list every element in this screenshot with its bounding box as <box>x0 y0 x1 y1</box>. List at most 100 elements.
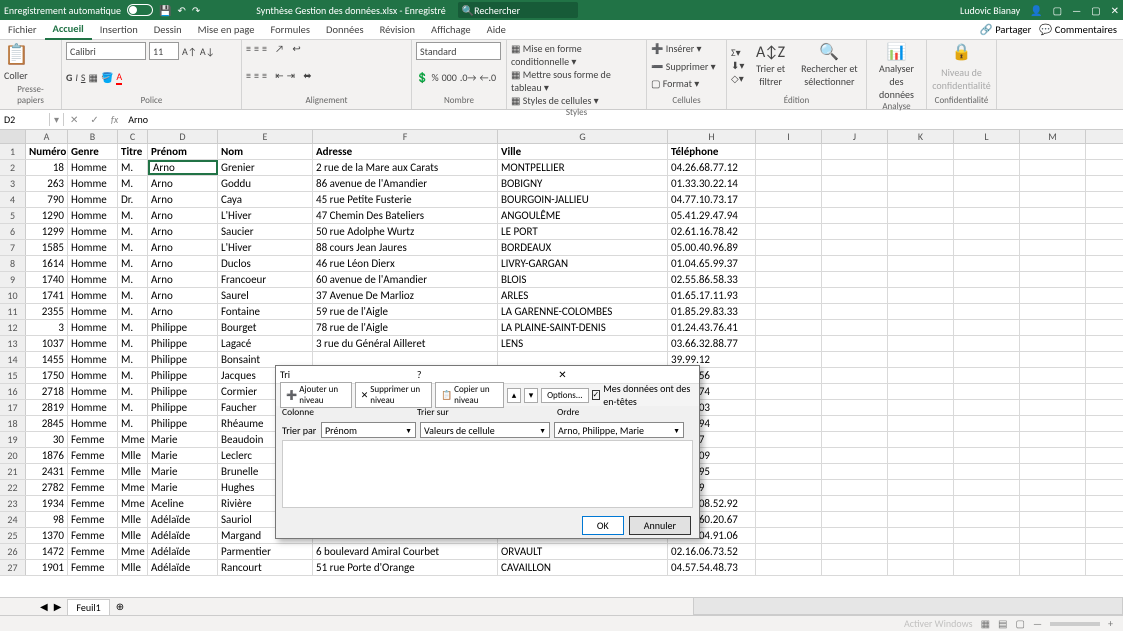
cell[interactable] <box>888 224 954 239</box>
cell[interactable]: M. <box>118 272 148 287</box>
cell[interactable]: 46 rue Léon Dierx <box>313 256 498 271</box>
cell[interactable]: Femme <box>68 480 118 495</box>
cell[interactable] <box>954 512 1020 527</box>
cell[interactable] <box>822 496 888 511</box>
cell[interactable]: 1290 <box>26 208 68 223</box>
cell[interactable]: M. <box>118 160 148 175</box>
size-selector[interactable]: 11 <box>149 42 179 60</box>
row-header[interactable]: 1 <box>0 144 26 159</box>
number-format-selector[interactable]: Standard <box>416 42 501 60</box>
cell[interactable]: Goddu <box>218 176 313 191</box>
cell[interactable]: Adélaïde <box>148 544 218 559</box>
view-break-icon[interactable]: ▢ <box>1016 617 1025 630</box>
cell[interactable] <box>822 336 888 351</box>
delete-level-button[interactable]: ✕Supprimer un niveau <box>355 382 432 408</box>
cell[interactable]: 1901 <box>26 560 68 575</box>
cell[interactable]: BLOIS <box>498 272 668 287</box>
cell[interactable]: 1585 <box>26 240 68 255</box>
cell[interactable]: 1037 <box>26 336 68 351</box>
cell[interactable] <box>1020 544 1086 559</box>
cell[interactable]: Téléphone <box>668 144 756 159</box>
cell[interactable]: Mme <box>118 432 148 447</box>
cell[interactable]: M. <box>118 288 148 303</box>
tab-dessin[interactable]: Dessin <box>146 20 190 39</box>
cell[interactable] <box>822 144 888 159</box>
tab-fichier[interactable]: Fichier <box>0 20 45 39</box>
cell[interactable]: Arno <box>148 304 218 319</box>
cell[interactable] <box>756 224 822 239</box>
cell[interactable] <box>1020 320 1086 335</box>
cell[interactable] <box>888 304 954 319</box>
cell[interactable] <box>822 320 888 335</box>
cell[interactable] <box>888 288 954 303</box>
cell[interactable]: 1934 <box>26 496 68 511</box>
row-header[interactable]: 14 <box>0 352 26 367</box>
cell[interactable] <box>822 464 888 479</box>
zoom-in-icon[interactable]: + <box>1108 617 1113 630</box>
align-bot-icon[interactable]: ≡ <box>262 42 267 55</box>
commentaires-button[interactable]: 💬 Commentaires <box>1039 23 1117 36</box>
cell[interactable]: Femme <box>68 544 118 559</box>
cell[interactable]: Homme <box>68 304 118 319</box>
name-box[interactable]: D2 <box>0 113 50 126</box>
cell[interactable] <box>1020 240 1086 255</box>
font-selector[interactable]: Calibri <box>66 42 146 60</box>
cell[interactable]: 03.66.32.88.77 <box>668 336 756 351</box>
cell[interactable]: 1299 <box>26 224 68 239</box>
row-header[interactable]: 20 <box>0 448 26 463</box>
align-mid-icon[interactable]: ≡ <box>254 42 259 55</box>
cell[interactable] <box>822 224 888 239</box>
cell[interactable] <box>888 176 954 191</box>
sheet-nav-next-icon[interactable]: ▶ <box>54 600 62 613</box>
cell[interactable]: 45 rue Petite Fusterie <box>313 192 498 207</box>
cell[interactable]: 1740 <box>26 272 68 287</box>
cell[interactable] <box>822 240 888 255</box>
tab-donnees[interactable]: Données <box>318 20 372 39</box>
cell[interactable] <box>756 256 822 271</box>
cell[interactable]: Lagacé <box>218 336 313 351</box>
cell[interactable] <box>888 544 954 559</box>
underline-icon[interactable]: S <box>81 71 86 84</box>
cell[interactable]: Philippe <box>148 416 218 431</box>
cell[interactable]: Ville <box>498 144 668 159</box>
cell-styles-button[interactable]: ▦ Styles de cellules ▾ <box>511 94 642 107</box>
cell[interactable]: Mlle <box>118 448 148 463</box>
cell[interactable]: 2431 <box>26 464 68 479</box>
cell[interactable] <box>1020 176 1086 191</box>
zoom-slider[interactable] <box>1050 622 1100 626</box>
ribbon-display-icon[interactable]: ▢ <box>1053 4 1062 17</box>
tab-revision[interactable]: Révision <box>372 20 423 39</box>
cell[interactable]: BOURGOIN-JALLIEU <box>498 192 668 207</box>
cell[interactable]: Philippe <box>148 400 218 415</box>
cell[interactable]: Homme <box>68 160 118 175</box>
cell[interactable] <box>822 160 888 175</box>
cell[interactable]: Nom <box>218 144 313 159</box>
cell[interactable] <box>888 400 954 415</box>
cell[interactable]: Homme <box>68 224 118 239</box>
cell[interactable] <box>756 400 822 415</box>
cell[interactable]: Homme <box>68 208 118 223</box>
cell[interactable] <box>888 144 954 159</box>
row-header[interactable]: 6 <box>0 224 26 239</box>
cell[interactable] <box>822 192 888 207</box>
cell[interactable]: Homme <box>68 272 118 287</box>
cell[interactable]: Dr. <box>118 192 148 207</box>
row-header[interactable]: 18 <box>0 416 26 431</box>
cell[interactable]: 18 <box>26 160 68 175</box>
cell[interactable] <box>822 480 888 495</box>
cell[interactable] <box>756 176 822 191</box>
col-header[interactable]: G <box>498 130 668 143</box>
tab-affichage[interactable]: Affichage <box>423 20 479 39</box>
save-icon[interactable]: 💾 <box>159 4 171 17</box>
cell[interactable] <box>1020 400 1086 415</box>
cell[interactable]: Adélaïde <box>148 528 218 543</box>
cell[interactable] <box>756 496 822 511</box>
cell[interactable] <box>888 448 954 463</box>
cell[interactable]: Femme <box>68 464 118 479</box>
col-header[interactable]: C <box>118 130 148 143</box>
cell[interactable]: 02.55.86.58.33 <box>668 272 756 287</box>
row-header[interactable]: 16 <box>0 384 26 399</box>
cell[interactable] <box>1020 144 1086 159</box>
cell[interactable] <box>822 368 888 383</box>
headers-checkbox[interactable]: ✓ <box>592 390 601 400</box>
